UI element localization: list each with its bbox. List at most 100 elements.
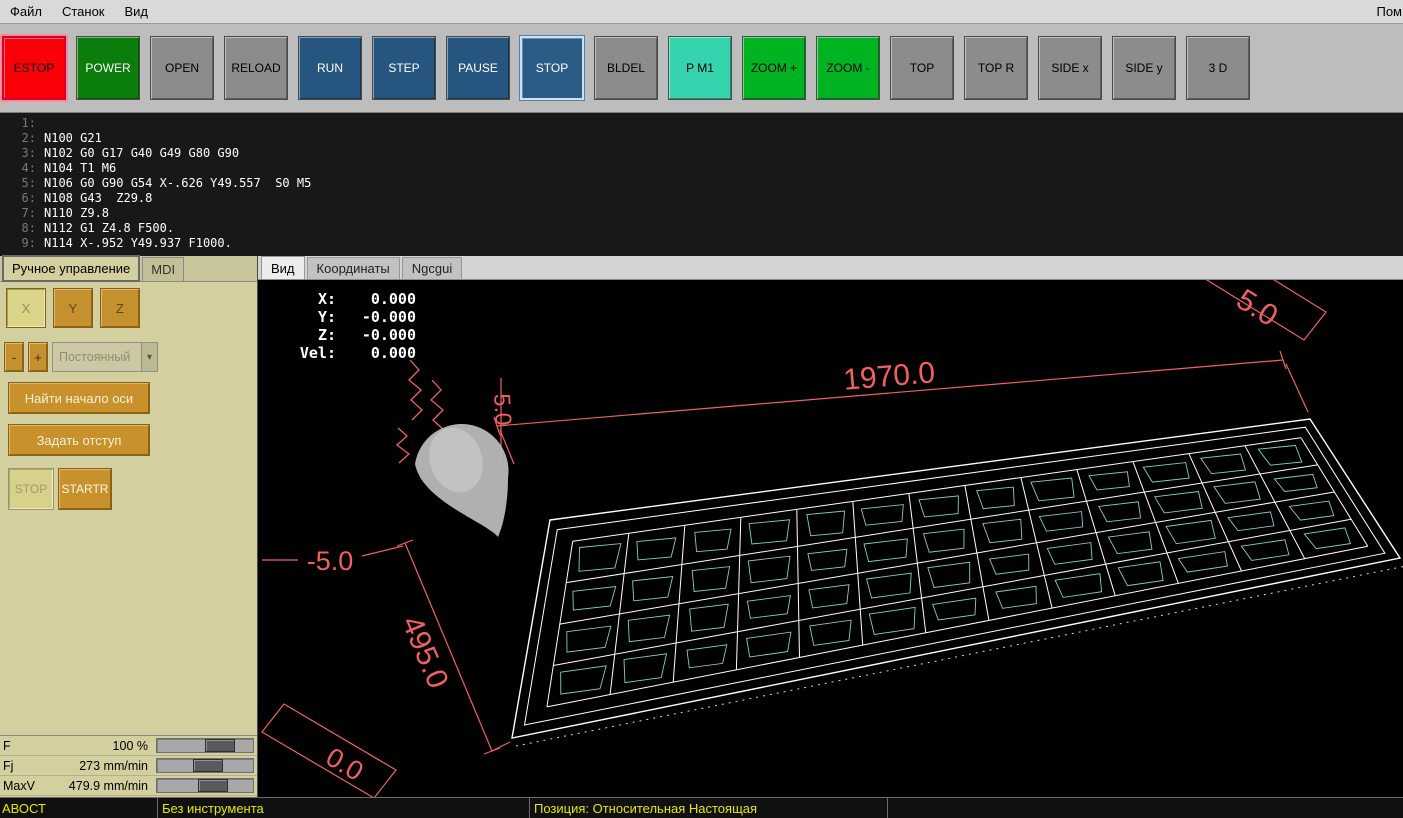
manual-tab-bar: Ручное управление MDI: [0, 255, 257, 282]
gcode-line[interactable]: 2: N100 G21: [0, 131, 1403, 146]
axis-y-button[interactable]: Y: [53, 288, 93, 328]
gcode-line[interactable]: 5: N106 G0 G90 G54 X-.626 Y49.557 S0 M5: [0, 176, 1403, 191]
gcode-line-number: 2:: [21, 131, 36, 145]
toolbar-button-open[interactable]: OPEN: [150, 36, 214, 100]
preview-area[interactable]: 1970.0 495.0 -5.0 5.0 5.0 0.0 X: 0.000 Y: -0.00…: [258, 280, 1403, 797]
gcode-line-text: N100 G21: [44, 131, 102, 145]
toolbar-button-power[interactable]: POWER: [76, 36, 140, 100]
toolbar-button-view-side-x[interactable]: SIDE x: [1038, 36, 1102, 100]
tab-preview[interactable]: Вид: [261, 256, 305, 279]
gcode-line-text: N110 Z9.8: [44, 206, 110, 220]
override-value: 479.9 mm/min: [68, 778, 148, 793]
toolbar-button-view-top[interactable]: TOP: [890, 36, 954, 100]
toolbar-button-reload[interactable]: RELOAD: [224, 36, 288, 100]
gcode-line-text: N114 X-.952 Y49.937 F1000.: [44, 236, 232, 250]
preview-canvas: 1970.0495.0-5.05.05.00.0: [261, 280, 1403, 797]
gcode-line[interactable]: 3: N102 G0 G17 G40 G49 G80 G90: [0, 146, 1403, 161]
manual-control-panel: Ручное управление MDI X Y Z - + Постоянн…: [0, 255, 258, 797]
toolbar-button-bldel[interactable]: BLDEL: [594, 36, 658, 100]
dro-label: X:: [317, 290, 336, 308]
jog-minus-button[interactable]: -: [4, 342, 24, 372]
feed-override-slider[interactable]: [156, 738, 254, 753]
dro-value: -0.000: [361, 326, 416, 344]
tab-coordinates[interactable]: Координаты: [306, 257, 400, 279]
gcode-line[interactable]: 7: N110 Z9.8: [0, 206, 1403, 221]
svg-text:495.0: 495.0: [395, 611, 455, 693]
main-area: Ручное управление MDI X Y Z - + Постоянн…: [0, 255, 1403, 797]
gcode-line-text: N112 G1 Z4.8 F500.: [44, 221, 175, 235]
toolbar-button-step[interactable]: STEP: [372, 36, 436, 100]
gcode-line-number: 8:: [21, 221, 36, 235]
axis-z-button[interactable]: Z: [100, 288, 140, 328]
menu-help[interactable]: Пом: [1366, 1, 1403, 22]
menu-file[interactable]: Файл: [0, 1, 52, 22]
gcode-line[interactable]: 6: N108 G43 Z29.8: [0, 191, 1403, 206]
override-section: F 100 % Fj 273 mm/min MaxV 479.9 mm/min: [0, 735, 257, 797]
svg-text:0.0: 0.0: [321, 742, 369, 787]
max-velocity-row: MaxV 479.9 mm/min: [0, 776, 257, 796]
svg-text:5.0: 5.0: [489, 393, 517, 426]
gcode-line[interactable]: 1:: [0, 116, 1403, 131]
toolbar-button-pause[interactable]: PAUSE: [446, 36, 510, 100]
spindle-start-button[interactable]: STARTR: [58, 468, 112, 510]
dro-value: 0.000: [370, 290, 416, 308]
status-tool: Без инструмента: [158, 798, 530, 818]
gcode-listing[interactable]: 1: 2: N100 G21 3: N102 G0 G17 G40 G49 G80 G9…: [0, 113, 1403, 256]
touch-off-button[interactable]: Задать отступ: [8, 424, 150, 456]
slider-handle[interactable]: [193, 759, 223, 772]
axis-select-row: X Y Z: [6, 288, 140, 328]
tab-ngcgui[interactable]: Ngcgui: [401, 257, 463, 279]
jog-mode-select[interactable]: Постоянный ▾: [52, 342, 158, 372]
preview-tab-bar: Вид Координаты Ngcgui: [258, 256, 1403, 280]
toolbar-button-view-top-r[interactable]: TOP R: [964, 36, 1028, 100]
toolbar-button-zoom-out[interactable]: ZOOM -: [816, 36, 880, 100]
dro-label: Y:: [317, 308, 336, 326]
gcode-line[interactable]: 8: N112 G1 Z4.8 F500.: [0, 221, 1403, 236]
override-label: Fj: [3, 758, 14, 773]
toolbar-button-stop[interactable]: STOP: [520, 36, 584, 100]
gcode-line-number: 7:: [21, 206, 36, 220]
spindle-stop-button[interactable]: STOP: [8, 468, 54, 510]
max-velocity-slider[interactable]: [156, 778, 254, 793]
dro-label: Z:: [317, 326, 336, 344]
axis-x-button[interactable]: X: [6, 288, 46, 328]
gcode-line-text: N106 G0 G90 G54 X-.626 Y49.557 S0 M5: [44, 176, 312, 190]
gcode-line-number: 4:: [21, 161, 36, 175]
override-label: MaxV: [3, 778, 35, 793]
jog-speed-row: Fj 273 mm/min: [0, 756, 257, 776]
gcode-line-text: N104 T1 M6: [44, 161, 117, 175]
jog-row: - + Постоянный ▾: [4, 342, 158, 372]
home-axis-button[interactable]: Найти начало оси: [8, 382, 150, 414]
toolbar-button-view-side-y[interactable]: SIDE y: [1112, 36, 1176, 100]
dro-z: Z: -0.000: [292, 326, 416, 344]
toolbar-button-estop[interactable]: ESTOP: [2, 36, 66, 100]
slider-handle[interactable]: [205, 739, 235, 752]
gcode-line[interactable]: 4: N104 T1 M6: [0, 161, 1403, 176]
dro-value: -0.000: [361, 308, 416, 326]
gcode-line-number: 6:: [21, 191, 36, 205]
toolbar-button-zoom-in[interactable]: ZOOM +: [742, 36, 806, 100]
dro-vel: Vel: 0.000: [292, 344, 416, 362]
gcode-line-text: N108 G43 Z29.8: [44, 191, 153, 205]
menu-machine[interactable]: Станок: [52, 1, 115, 22]
gcode-line-text: N102 G0 G17 G40 G49 G80 G90: [44, 146, 240, 160]
jog-plus-button[interactable]: +: [28, 342, 48, 372]
svg-text:-5.0: -5.0: [307, 546, 354, 576]
preview-panel: Вид Координаты Ngcgui 1970.0 495.0 -5.0 5.0…: [258, 256, 1403, 797]
jog-speed-slider[interactable]: [156, 758, 254, 773]
menu-view[interactable]: Вид: [115, 1, 159, 22]
toolbar-button-pause-m1[interactable]: P M1: [668, 36, 732, 100]
override-label: F: [3, 738, 11, 753]
gcode-line-number: 9:: [21, 236, 36, 250]
status-empty: [888, 798, 1403, 818]
tab-manual-control[interactable]: Ручное управление: [2, 255, 141, 282]
dro-y: Y: -0.000: [292, 308, 416, 326]
gcode-line[interactable]: 9: N114 X-.952 Y49.937 F1000.: [0, 236, 1403, 251]
chevron-down-icon[interactable]: ▾: [141, 343, 157, 371]
jog-mode-value: Постоянный: [59, 350, 131, 364]
toolbar-button-run[interactable]: RUN: [298, 36, 362, 100]
toolbar-button-view-3d[interactable]: 3 D: [1186, 36, 1250, 100]
tab-mdi[interactable]: MDI: [142, 257, 185, 281]
slider-handle[interactable]: [198, 779, 228, 792]
feed-override-row: F 100 %: [0, 736, 257, 756]
